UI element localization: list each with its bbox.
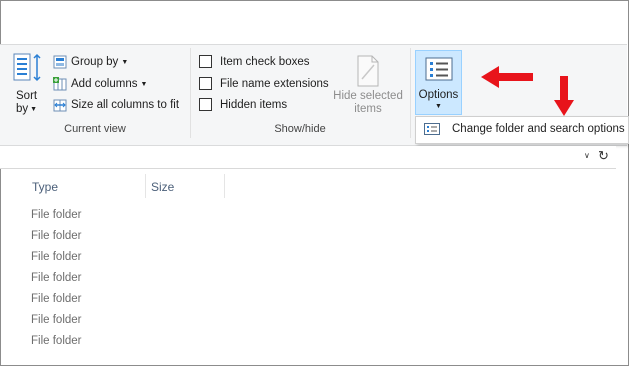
list-item[interactable]: File folder bbox=[31, 335, 82, 347]
add-columns-icon bbox=[53, 77, 67, 91]
file-name-extensions-label: File name extensions bbox=[220, 77, 329, 90]
options-dropdown-menu: Change folder and search options bbox=[415, 116, 629, 144]
list-item[interactable]: File folder bbox=[31, 251, 82, 263]
item-check-boxes-label: Item check boxes bbox=[220, 55, 310, 68]
checkbox-box bbox=[199, 55, 212, 68]
file-name-extensions-checkbox[interactable]: File name extensions bbox=[199, 77, 329, 90]
group-by-button[interactable]: Group by ▼ bbox=[53, 53, 128, 71]
size-columns-icon bbox=[53, 99, 67, 112]
refresh-icon[interactable]: ↻ bbox=[598, 148, 609, 164]
list-item[interactable]: File folder bbox=[31, 293, 82, 305]
size-all-columns-label: Size all columns to fit bbox=[71, 99, 180, 111]
show-hide-group-label: Show/hide bbox=[274, 123, 326, 135]
hide-selected-label-1: Hide selected bbox=[333, 90, 403, 102]
address-bar: ∨ ↻ bbox=[0, 146, 616, 169]
group-by-icon bbox=[53, 55, 67, 69]
add-columns-label: Add columns bbox=[71, 78, 138, 90]
sort-by-button[interactable]: Sort by ▼ bbox=[12, 52, 42, 118]
red-arrow-left-icon bbox=[481, 66, 533, 88]
item-check-boxes-checkbox[interactable]: Item check boxes bbox=[199, 55, 309, 68]
chevron-down-icon: ▼ bbox=[435, 103, 442, 110]
sort-by-label-2: by bbox=[16, 103, 29, 115]
add-columns-button[interactable]: Add columns ▼ bbox=[53, 75, 147, 93]
hide-selected-icon bbox=[357, 55, 379, 87]
group-separator bbox=[190, 48, 191, 138]
list-item[interactable]: File folder bbox=[31, 314, 82, 326]
checkbox-box bbox=[199, 77, 212, 90]
checkbox-box bbox=[199, 98, 212, 111]
list-item[interactable]: File folder bbox=[31, 230, 82, 242]
list-item[interactable]: File folder bbox=[31, 272, 82, 284]
current-view-group-label: Current view bbox=[64, 123, 126, 135]
size-all-columns-button[interactable]: Size all columns to fit bbox=[53, 96, 179, 114]
hidden-items-label: Hidden items bbox=[220, 98, 288, 111]
list-item[interactable]: File folder bbox=[31, 209, 82, 221]
chevron-down-icon[interactable]: ∨ bbox=[584, 151, 590, 160]
red-arrow-down-icon bbox=[554, 76, 574, 116]
folder-options-icon bbox=[424, 123, 440, 135]
column-separator[interactable] bbox=[224, 174, 225, 198]
options-button[interactable]: Options ▼ bbox=[415, 50, 462, 115]
column-header-size[interactable]: Size bbox=[151, 180, 174, 194]
sort-by-label-1: Sort bbox=[16, 90, 38, 102]
hidden-items-checkbox[interactable]: Hidden items bbox=[199, 98, 287, 111]
hide-selected-label-2: items bbox=[354, 103, 382, 115]
hide-selected-items-button[interactable]: Hide selected items bbox=[330, 53, 406, 117]
column-header-type[interactable]: Type bbox=[32, 180, 58, 194]
options-label: Options bbox=[418, 89, 459, 101]
group-by-label: Group by bbox=[71, 56, 119, 68]
options-icon bbox=[425, 57, 453, 81]
column-separator[interactable] bbox=[145, 174, 146, 198]
sort-by-icon bbox=[13, 53, 41, 82]
chevron-down-icon: ▼ bbox=[30, 105, 38, 113]
chevron-down-icon: ▼ bbox=[140, 80, 148, 88]
change-folder-options-item[interactable]: Change folder and search options bbox=[452, 123, 625, 135]
group-separator bbox=[410, 48, 411, 138]
chevron-down-icon: ▼ bbox=[121, 58, 129, 66]
